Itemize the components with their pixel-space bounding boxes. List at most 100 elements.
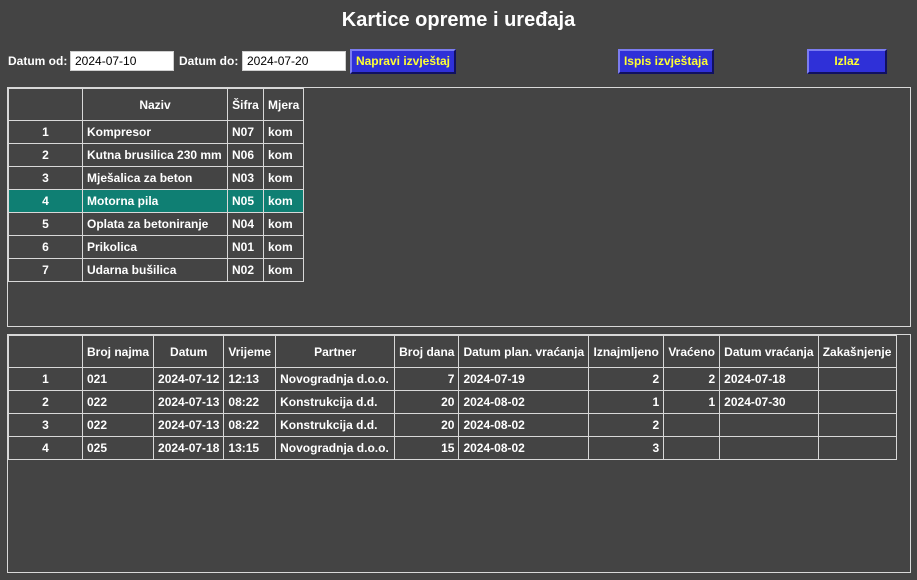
column-header-broj-dana[interactable]: Broj dana xyxy=(394,335,460,368)
equipment-row[interactable]: 4 Motorna pila N05 kom xyxy=(8,189,305,213)
rental-broj-najma-cell[interactable]: 021 xyxy=(81,367,155,391)
column-header-partner[interactable]: Partner xyxy=(275,335,396,368)
equipment-row[interactable]: 5 Oplata za betoniranje N04 kom xyxy=(8,212,305,236)
rental-zakasnjenje-cell[interactable] xyxy=(817,413,897,437)
rental-datum-plan-cell[interactable]: 2024-08-02 xyxy=(458,390,590,414)
rental-iznajmljeno-cell[interactable]: 3 xyxy=(588,436,665,460)
rental-vrijeme-cell[interactable]: 08:22 xyxy=(223,413,277,437)
equipment-row[interactable]: 3 Mješalica za beton N03 kom xyxy=(8,166,305,190)
rental-index-cell[interactable]: 1 xyxy=(8,367,83,391)
equipment-sifra-cell[interactable]: N02 xyxy=(227,258,264,282)
column-header-datum[interactable]: Datum xyxy=(153,335,225,368)
rental-vrijeme-cell[interactable]: 12:13 xyxy=(223,367,277,391)
equipment-index-cell[interactable]: 1 xyxy=(8,120,83,144)
equipment-naziv-cell[interactable]: Oplata za betoniranje xyxy=(82,212,228,236)
equipment-naziv-cell[interactable]: Prikolica xyxy=(82,235,228,259)
rental-row[interactable]: 3 022 2024-07-13 08:22 Konstrukcija d.d. 20 20… xyxy=(8,413,897,437)
exit-button[interactable]: Izlaz xyxy=(807,49,887,74)
equipment-sifra-cell[interactable]: N06 xyxy=(227,143,264,167)
rental-iznajmljeno-cell[interactable]: 2 xyxy=(588,413,665,437)
rental-vrijeme-cell[interactable]: 08:22 xyxy=(223,390,277,414)
rental-row[interactable]: 1 021 2024-07-12 12:13 Novogradnja d.o.o. 7 20… xyxy=(8,367,897,391)
equipment-naziv-cell[interactable]: Kompresor xyxy=(82,120,228,144)
equipment-mjera-cell[interactable]: kom xyxy=(262,120,305,144)
column-header-sifra[interactable]: Šifra xyxy=(227,88,264,121)
column-header-zakasnjenje[interactable]: Zakašnjenje xyxy=(817,335,897,368)
rental-datum-vracanja-cell[interactable]: 2024-07-30 xyxy=(719,390,819,414)
equipment-row[interactable]: 1 Kompresor N07 kom xyxy=(8,120,305,144)
equipment-mjera-cell[interactable]: kom xyxy=(262,189,305,213)
equipment-index-cell[interactable]: 3 xyxy=(8,166,83,190)
make-report-button[interactable]: Napravi izvještaj xyxy=(350,49,456,74)
date-to-input[interactable] xyxy=(242,51,346,71)
rental-iznajmljeno-cell[interactable]: 1 xyxy=(588,390,665,414)
equipment-sifra-cell[interactable]: N04 xyxy=(227,212,264,236)
rental-vraceno-cell[interactable]: 2 xyxy=(663,367,721,391)
equipment-naziv-cell[interactable]: Mješalica za beton xyxy=(82,166,228,190)
rental-row[interactable]: 2 022 2024-07-13 08:22 Konstrukcija d.d. 20 20… xyxy=(8,390,897,414)
rental-broj-dana-cell[interactable]: 20 xyxy=(394,390,460,414)
equipment-sifra-cell[interactable]: N07 xyxy=(227,120,264,144)
equipment-mjera-cell[interactable]: kom xyxy=(262,258,305,282)
rental-zakasnjenje-cell[interactable] xyxy=(817,390,897,414)
equipment-index-cell[interactable]: 4 xyxy=(8,189,83,213)
column-header-vraceno[interactable]: Vraćeno xyxy=(663,335,721,368)
rental-index-cell[interactable]: 3 xyxy=(8,413,83,437)
rental-broj-dana-cell[interactable]: 20 xyxy=(394,413,460,437)
equipment-naziv-cell[interactable]: Kutna brusilica 230 mm xyxy=(82,143,228,167)
rental-index-cell[interactable]: 2 xyxy=(8,390,83,414)
equipment-naziv-cell[interactable]: Udarna bušilica xyxy=(82,258,228,282)
rental-datum-plan-cell[interactable]: 2024-07-19 xyxy=(458,367,590,391)
equipment-sifra-cell[interactable]: N01 xyxy=(227,235,264,259)
equipment-row[interactable]: 7 Udarna bušilica N02 kom xyxy=(8,258,305,282)
equipment-naziv-cell[interactable]: Motorna pila xyxy=(82,189,228,213)
rental-datum-cell[interactable]: 2024-07-18 xyxy=(153,436,225,460)
date-from-input[interactable] xyxy=(70,51,174,71)
rental-broj-dana-cell[interactable]: 15 xyxy=(394,436,460,460)
rental-vraceno-cell[interactable] xyxy=(663,436,721,460)
rental-broj-najma-cell[interactable]: 025 xyxy=(81,436,155,460)
column-header-broj-najma[interactable]: Broj najma xyxy=(81,335,155,368)
print-report-button[interactable]: Ispis izvještaja xyxy=(618,49,714,74)
rental-partner-cell[interactable]: Novogradnja d.o.o. xyxy=(275,436,396,460)
rental-row[interactable]: 4 025 2024-07-18 13:15 Novogradnja d.o.o. 15 2… xyxy=(8,436,897,460)
rental-zakasnjenje-cell[interactable] xyxy=(817,436,897,460)
equipment-index-cell[interactable]: 5 xyxy=(8,212,83,236)
equipment-row[interactable]: 2 Kutna brusilica 230 mm N06 kom xyxy=(8,143,305,167)
equipment-mjera-cell[interactable]: kom xyxy=(262,212,305,236)
equipment-index-cell[interactable]: 6 xyxy=(8,235,83,259)
rental-partner-cell[interactable]: Konstrukcija d.d. xyxy=(275,390,396,414)
rental-datum-plan-cell[interactable]: 2024-08-02 xyxy=(458,436,590,460)
rental-partner-cell[interactable]: Konstrukcija d.d. xyxy=(275,413,396,437)
equipment-sifra-cell[interactable]: N05 xyxy=(227,189,264,213)
equipment-index-cell[interactable]: 2 xyxy=(8,143,83,167)
rental-datum-cell[interactable]: 2024-07-12 xyxy=(153,367,225,391)
equipment-index-cell[interactable]: 7 xyxy=(8,258,83,282)
rental-iznajmljeno-cell[interactable]: 2 xyxy=(588,367,665,391)
rental-datum-cell[interactable]: 2024-07-13 xyxy=(153,390,225,414)
column-header-naziv[interactable]: Naziv xyxy=(82,88,228,121)
rental-broj-dana-cell[interactable]: 7 xyxy=(394,367,460,391)
column-header-iznajmljeno[interactable]: Iznajmljeno xyxy=(588,335,665,368)
rental-index-cell[interactable]: 4 xyxy=(8,436,83,460)
equipment-row[interactable]: 6 Prikolica N01 kom xyxy=(8,235,305,259)
rental-broj-najma-cell[interactable]: 022 xyxy=(81,390,155,414)
equipment-mjera-cell[interactable]: kom xyxy=(262,166,305,190)
rental-datum-vracanja-cell[interactable]: 2024-07-18 xyxy=(719,367,819,391)
equipment-mjera-cell[interactable]: kom xyxy=(262,143,305,167)
rental-zakasnjenje-cell[interactable] xyxy=(817,367,897,391)
rental-datum-vracanja-cell[interactable] xyxy=(719,436,819,460)
column-header-datum-plan-vracanja[interactable]: Datum plan. vraćanja xyxy=(458,335,590,368)
rental-vrijeme-cell[interactable]: 13:15 xyxy=(223,436,277,460)
rental-partner-cell[interactable]: Novogradnja d.o.o. xyxy=(275,367,396,391)
rental-vraceno-cell[interactable]: 1 xyxy=(663,390,721,414)
rental-datum-cell[interactable]: 2024-07-13 xyxy=(153,413,225,437)
equipment-sifra-cell[interactable]: N03 xyxy=(227,166,264,190)
column-header-vrijeme[interactable]: Vrijeme xyxy=(223,335,277,368)
rental-datum-plan-cell[interactable]: 2024-08-02 xyxy=(458,413,590,437)
equipment-mjera-cell[interactable]: kom xyxy=(262,235,305,259)
rental-vraceno-cell[interactable] xyxy=(663,413,721,437)
rental-broj-najma-cell[interactable]: 022 xyxy=(81,413,155,437)
rental-datum-vracanja-cell[interactable] xyxy=(719,413,819,437)
column-header-mjera[interactable]: Mjera xyxy=(262,88,305,121)
